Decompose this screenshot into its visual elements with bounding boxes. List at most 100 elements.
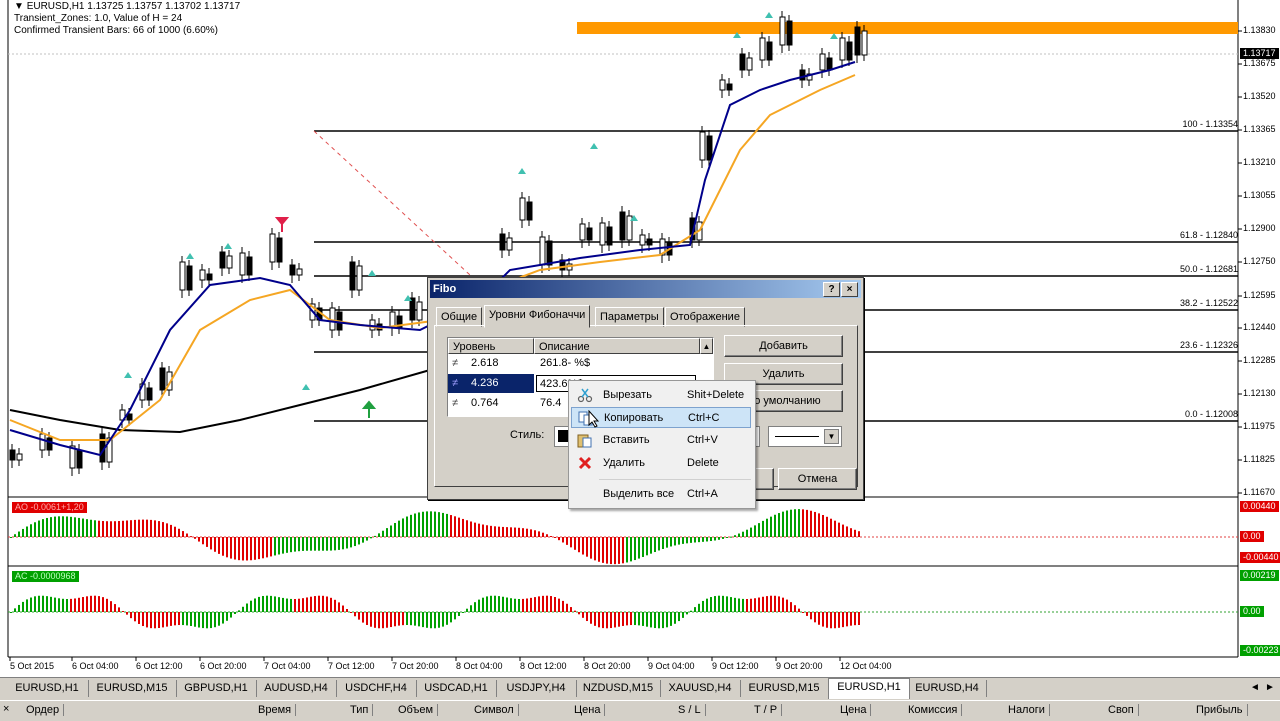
- ao-zero-badge: 0.00: [1240, 531, 1264, 542]
- terminal-column-header[interactable]: Объем: [398, 704, 439, 716]
- context-menu: Вырезать Shit+Delete Копировать Ctrl+C В…: [568, 380, 756, 509]
- time-axis-label: 7 Oct 04:00: [264, 661, 311, 671]
- time-axis-label: 9 Oct 20:00: [776, 661, 823, 671]
- time-axis-label: 9 Oct 12:00: [712, 661, 759, 671]
- add-button[interactable]: Добавить: [724, 335, 843, 357]
- price-axis-label: 1.13210: [1243, 157, 1276, 167]
- symbol-tab[interactable]: EURUSD,M15: [740, 680, 829, 697]
- price-axis-label: 1.13520: [1243, 91, 1276, 101]
- delete-icon: [578, 456, 592, 470]
- terminal-close-icon[interactable]: ×: [3, 703, 9, 715]
- symbol-tab[interactable]: EURUSD,H1: [6, 680, 89, 697]
- fibo-level-label: 50.0 - 1.12681: [1179, 264, 1238, 274]
- symbol-tab[interactable]: GBPUSD,H1: [176, 680, 257, 697]
- chart-header-line2: Transient_Zones: 1.0, Value of H = 24: [14, 13, 183, 24]
- help-button[interactable]: ?: [823, 282, 840, 297]
- price-axis-label: 1.13675: [1243, 58, 1276, 68]
- symbol-tab[interactable]: AUDUSD,H4: [256, 680, 337, 697]
- fibo-level-label: 23.6 - 1.12326: [1179, 340, 1238, 350]
- terminal-column-header[interactable]: Цена: [840, 704, 872, 716]
- symbol-tab[interactable]: USDCHF,H4: [336, 680, 417, 697]
- symbol-tab[interactable]: NZDUSD,M15: [576, 680, 661, 697]
- tab-scroll-right-icon[interactable]: ►: [1265, 682, 1275, 693]
- symbol-tab[interactable]: EURUSD,H1: [828, 678, 910, 699]
- chevron-down-icon[interactable]: ▼: [824, 429, 839, 444]
- symbol-tab[interactable]: EURUSD,M15: [88, 680, 177, 697]
- symbol-tab[interactable]: USDCAD,H1: [416, 680, 497, 697]
- terminal-column-header[interactable]: Время: [258, 704, 297, 716]
- list-item[interactable]: ≠ 2.618 261.8- %$: [448, 354, 713, 373]
- ao-label: AO -0.0061+1,20: [12, 502, 87, 513]
- time-axis-label: 5 Oct 2015: [10, 661, 55, 671]
- close-button[interactable]: ×: [841, 282, 858, 297]
- dialog-title: Fibo: [433, 283, 457, 295]
- cancel-button[interactable]: Отмена: [778, 468, 857, 490]
- resistance-zone[interactable]: [577, 22, 1238, 34]
- chart-header-line3: Confirmed Transient Bars: 66 of 1000 (6.…: [14, 25, 218, 36]
- column-level[interactable]: Уровень: [448, 338, 534, 354]
- tab-display[interactable]: Отображение: [665, 307, 745, 327]
- terminal-column-header[interactable]: Своп: [1108, 704, 1139, 716]
- symbol-tab-bar: EURUSD,H1 EURUSD,M15 GBPUSD,H1 AUDUSD,H4 USD…: [0, 677, 1280, 700]
- menu-item-cut[interactable]: Вырезать Shit+Delete: [571, 385, 751, 406]
- time-axis-label: 6 Oct 20:00: [200, 661, 247, 671]
- price-axis-label: 1.13365: [1243, 124, 1276, 134]
- terminal-column-header[interactable]: Тип: [350, 704, 374, 716]
- symbol-tab[interactable]: XAUUSD,H4: [660, 680, 741, 697]
- terminal-column-header[interactable]: Комиссия: [908, 704, 963, 716]
- ac-zero-badge: 0.00: [1240, 606, 1264, 617]
- terminal-column-header[interactable]: T / P: [754, 704, 783, 716]
- fibo-level-label: 0.0 - 1.12008: [1184, 409, 1238, 419]
- chart-header-line1: ▼ EURUSD,H1 1.13725 1.13757 1.13702 1.13…: [14, 1, 241, 12]
- current-price-badge: 1.13717: [1240, 48, 1279, 59]
- tab-fibo-levels[interactable]: Уровни Фибоначчи: [484, 305, 591, 328]
- tab-general[interactable]: Общие: [436, 307, 483, 327]
- header-menu-arrow-icon[interactable]: ▼: [14, 1, 24, 12]
- terminal-column-header[interactable]: Ордер: [26, 704, 65, 716]
- time-axis-label: 7 Oct 12:00: [328, 661, 375, 671]
- time-axis-label: 8 Oct 20:00: [584, 661, 631, 671]
- terminal-column-header[interactable]: Прибыль: [1196, 704, 1248, 716]
- time-axis-label: 12 Oct 04:00: [840, 661, 892, 671]
- level-description: 76.4: [540, 397, 562, 409]
- terminal-column-header[interactable]: S / L: [678, 704, 706, 716]
- time-axis-label: 8 Oct 12:00: [520, 661, 567, 671]
- price-axis-label: 1.12595: [1243, 290, 1276, 300]
- level-value: 4.236: [471, 377, 499, 389]
- price-axis-label: 1.12440: [1243, 322, 1276, 332]
- price-axis-label: 1.12130: [1243, 388, 1276, 398]
- mouse-cursor-icon: [588, 410, 600, 428]
- menu-separator: [599, 479, 751, 480]
- level-icon: ≠: [452, 357, 459, 369]
- dialog-title-bar[interactable]: Fibo ? ×: [430, 280, 861, 298]
- terminal-column-header[interactable]: Налоги: [1008, 704, 1050, 716]
- level-description: 261.8- %$: [540, 357, 591, 369]
- tab-parameters[interactable]: Параметры: [595, 307, 664, 327]
- time-axis-label: 6 Oct 04:00: [72, 661, 119, 671]
- line-style-dropdown[interactable]: ▼: [768, 426, 842, 447]
- tab-scroll-left-icon[interactable]: ◄: [1250, 682, 1260, 693]
- level-value: 0.764: [471, 397, 499, 409]
- menu-item-delete[interactable]: Удалить Delete: [571, 453, 751, 474]
- fibo-level-label: 100 - 1.13354: [1182, 119, 1238, 129]
- terminal-column-header[interactable]: Цена: [574, 704, 606, 716]
- price-axis-label: 1.12900: [1243, 223, 1276, 233]
- menu-item-select-all[interactable]: Выделить все Ctrl+A: [571, 484, 751, 505]
- level-icon: ≠: [452, 397, 459, 409]
- terminal-column-header[interactable]: Символ: [474, 704, 519, 716]
- symbol-tab[interactable]: USDJPY,H4: [496, 680, 577, 697]
- time-axis-label: 6 Oct 12:00: [136, 661, 183, 671]
- price-axis-label: 1.11825: [1243, 454, 1275, 464]
- price-axis-label: 1.13055: [1243, 190, 1276, 200]
- terminal-header: × Ордер Время Тип Объем Символ Цена S / L T / P…: [0, 700, 1280, 721]
- paste-icon: [577, 434, 592, 448]
- price-axis-label: 1.13830: [1243, 25, 1276, 35]
- list-scroll-up-icon[interactable]: ▲: [700, 338, 713, 354]
- price-axis-label: 1.11670: [1243, 487, 1275, 497]
- fibo-level-label: 38.2 - 1.12522: [1179, 298, 1238, 308]
- menu-item-paste[interactable]: Вставить Ctrl+V: [571, 430, 751, 451]
- symbol-tab[interactable]: EURUSD,H4: [908, 680, 987, 697]
- fibo-level-label: 61.8 - 1.12840: [1179, 230, 1238, 240]
- ac-min-badge: -0.00223: [1240, 645, 1280, 656]
- column-description[interactable]: Описание: [534, 338, 700, 354]
